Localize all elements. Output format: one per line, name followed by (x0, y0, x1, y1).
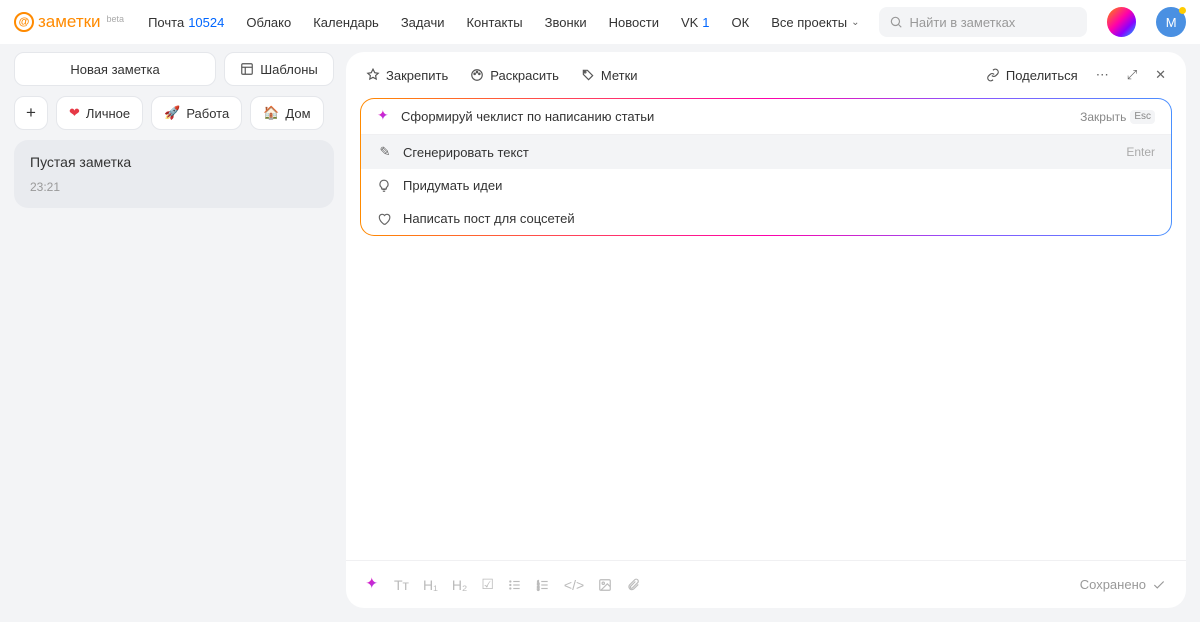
more-icon[interactable]: ⋯ (1096, 67, 1109, 83)
editor-footer: Тт H₁ H₂ ☑ 123 </> Сохранено (346, 560, 1186, 608)
nav-cloud[interactable]: Облако (246, 15, 291, 30)
image-icon[interactable] (598, 578, 612, 592)
pin-icon (366, 68, 380, 82)
nav-mail[interactable]: Почта 10524 (148, 15, 224, 30)
main-area: Новая заметка Шаблоны + ❤ Личное 🚀 Работ… (0, 44, 1200, 622)
expand-icon[interactable]: ⤢ (1127, 67, 1137, 83)
sparkle-icon (377, 110, 391, 124)
chevron-down-icon: ⌄ (851, 17, 859, 28)
nav-count: 10524 (188, 15, 224, 30)
tags-button[interactable]: Метки (581, 68, 638, 83)
ai-option-ideas[interactable]: Придумать идеи (361, 169, 1171, 202)
nav-news[interactable]: Новости (609, 15, 659, 30)
bulb-icon (377, 179, 393, 193)
search-icon (889, 15, 903, 29)
nav-calls[interactable]: Звонки (545, 15, 587, 30)
editor-header: Закрепить Раскрасить Метки Поделиться ⋯ … (346, 52, 1186, 98)
share-button[interactable]: Поделиться (986, 68, 1078, 83)
notification-dot (1179, 7, 1186, 14)
editor-panel: Закрепить Раскрасить Метки Поделиться ⋯ … (346, 52, 1186, 608)
ai-option-social[interactable]: Написать пост для соцсетей (361, 202, 1171, 235)
palette-icon (470, 68, 484, 82)
bullet-list-icon[interactable] (508, 578, 522, 592)
nav-contacts[interactable]: Контакты (466, 15, 522, 30)
h2-icon[interactable]: H₂ (452, 577, 468, 593)
search-placeholder: Найти в заметках (909, 15, 1015, 30)
search-input[interactable]: Найти в заметках (879, 7, 1086, 37)
theme-avatar[interactable] (1107, 7, 1137, 37)
ai-prompt-box: Закрыть Esc ✎ Сгенерировать текст Enter (360, 98, 1172, 236)
top-nav: Почта 10524 Облако Календарь Задачи Конт… (148, 15, 859, 30)
sidebar: Новая заметка Шаблоны + ❤ Личное 🚀 Работ… (14, 52, 334, 608)
pin-button[interactable]: Закрепить (366, 68, 448, 83)
tag-work[interactable]: 🚀 Работа (151, 96, 242, 130)
app-logo[interactable]: @ заметки beta (14, 12, 124, 32)
nav-tasks[interactable]: Задачи (401, 15, 445, 30)
heart-icon: ❤ (69, 105, 80, 121)
code-icon[interactable]: </> (564, 577, 584, 593)
tag-icon (581, 68, 595, 82)
nav-label: Почта (148, 15, 184, 30)
saved-status: Сохранено (1080, 577, 1166, 592)
user-avatar[interactable]: М (1156, 7, 1186, 37)
note-title: Пустая заметка (30, 154, 318, 170)
note-time: 23:21 (30, 180, 318, 194)
beta-tag: beta (107, 14, 125, 24)
ai-option-generate[interactable]: ✎ Сгенерировать текст Enter (361, 135, 1171, 169)
enter-hint: Enter (1126, 145, 1155, 159)
ai-input[interactable] (401, 109, 1070, 124)
checkbox-icon[interactable]: ☑ (481, 576, 494, 593)
logo-text: заметки (38, 12, 101, 32)
tag-home[interactable]: 🏠 Дом (250, 96, 323, 130)
pencil-icon: ✎ (377, 144, 393, 160)
h1-icon[interactable]: H₁ (423, 577, 438, 593)
templates-button[interactable]: Шаблоны (224, 52, 334, 86)
new-note-button[interactable]: Новая заметка (14, 52, 216, 86)
tag-personal[interactable]: ❤ Личное (56, 96, 143, 130)
home-icon: 🏠 (263, 105, 279, 121)
esc-key: Esc (1130, 110, 1155, 124)
nav-ok[interactable]: ОК (732, 15, 750, 30)
close-icon[interactable]: ✕ (1155, 67, 1166, 83)
nav-vk[interactable]: VK 1 (681, 15, 710, 30)
svg-text:3: 3 (537, 586, 540, 591)
note-card[interactable]: Пустая заметка 23:21 (14, 140, 334, 208)
template-icon (240, 62, 254, 76)
numbered-list-icon[interactable]: 123 (536, 578, 550, 592)
nav-all-projects[interactable]: Все проекты ⌄ (771, 15, 859, 30)
nav-calendar[interactable]: Календарь (313, 15, 379, 30)
top-bar: @ заметки beta Почта 10524 Облако Календ… (0, 0, 1200, 44)
sparkle-icon[interactable] (365, 577, 380, 592)
add-tag-button[interactable]: + (14, 96, 48, 130)
rocket-icon: 🚀 (164, 105, 180, 121)
text-format-icon[interactable]: Тт (394, 577, 409, 593)
check-icon (1152, 578, 1166, 592)
link-icon (986, 68, 1000, 82)
attach-icon[interactable] (626, 578, 640, 592)
logo-icon: @ (14, 12, 34, 32)
tag-row: + ❤ Личное 🚀 Работа 🏠 Дом (14, 96, 334, 130)
color-button[interactable]: Раскрасить (470, 68, 559, 83)
ai-close-button[interactable]: Закрыть Esc (1080, 110, 1155, 124)
heart-outline-icon (377, 212, 393, 226)
ai-input-row: Закрыть Esc (361, 99, 1171, 135)
